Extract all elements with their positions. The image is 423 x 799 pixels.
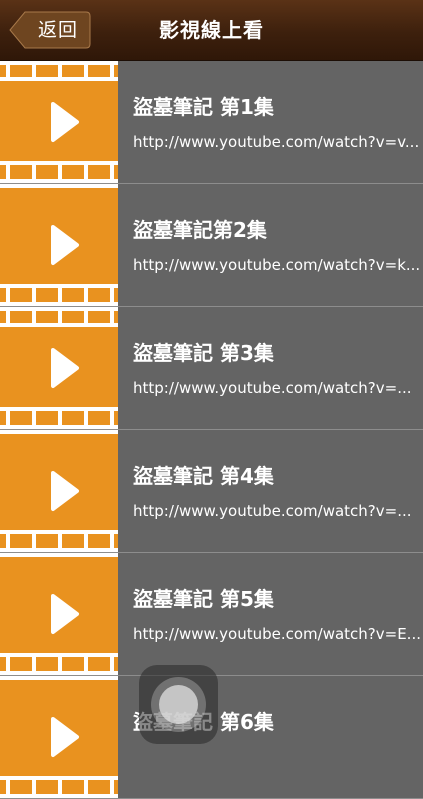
assistive-touch-core (159, 685, 198, 724)
list-item[interactable]: 盜墓筆記第2集 http://www.youtube.com/watch?v=k… (0, 184, 423, 307)
play-icon (0, 553, 118, 675)
list-item[interactable]: 盜墓筆記 第3集 http://www.youtube.com/watch?v=… (0, 307, 423, 430)
video-thumbnail (0, 184, 118, 306)
play-icon (0, 184, 118, 306)
video-thumbnail (0, 430, 118, 552)
list-item[interactable]: 盜墓筆記 第5集 http://www.youtube.com/watch?v=… (0, 553, 423, 676)
video-url: http://www.youtube.com/watch?v=v... (133, 133, 420, 151)
play-icon (0, 61, 118, 183)
list-item[interactable]: 盜墓筆記 第1集 http://www.youtube.com/watch?v=… (0, 61, 423, 184)
page-title: 影視線上看 (159, 18, 264, 42)
play-icon (0, 307, 118, 429)
video-url: http://www.youtube.com/watch?v=E... (133, 625, 421, 643)
video-url: http://www.youtube.com/watch?v=k... (133, 256, 421, 274)
play-icon (0, 430, 118, 552)
video-title: 盜墓筆記第2集 (133, 218, 267, 242)
video-thumbnail (0, 307, 118, 429)
video-thumbnail (0, 553, 118, 675)
video-title: 盜墓筆記 第1集 (133, 95, 274, 119)
assistive-touch-icon[interactable] (139, 665, 218, 744)
video-url: http://www.youtube.com/watch?v=... (133, 379, 412, 397)
video-title: 盜墓筆記 第3集 (133, 341, 274, 365)
video-thumbnail (0, 676, 118, 798)
video-thumbnail (0, 61, 118, 183)
play-icon (0, 676, 118, 798)
video-title: 盜墓筆記 第5集 (133, 587, 274, 611)
list-item[interactable]: 盜墓筆記 第4集 http://www.youtube.com/watch?v=… (0, 430, 423, 553)
navigation-bar: 返回 影視線上看 (0, 0, 423, 61)
video-url: http://www.youtube.com/watch?v=... (133, 502, 412, 520)
video-title: 盜墓筆記 第4集 (133, 464, 274, 488)
